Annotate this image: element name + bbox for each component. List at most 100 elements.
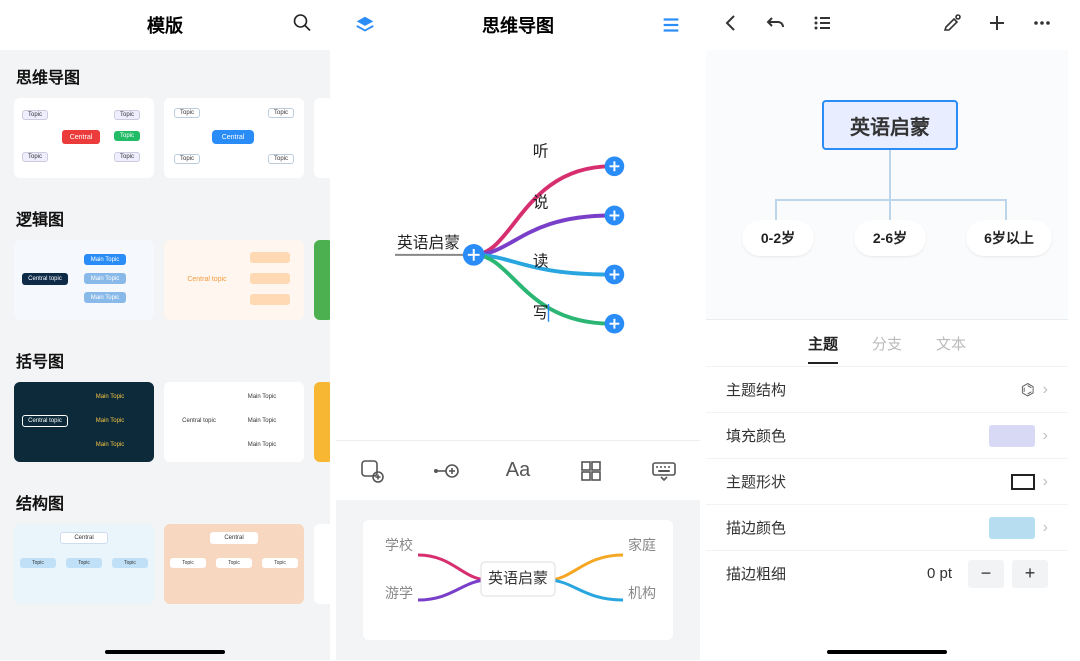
add-child-button[interactable]	[605, 206, 625, 226]
add-child-button[interactable]	[605, 265, 625, 285]
template-card[interactable]: Central topic Main Topic Main Topic Main…	[164, 382, 304, 462]
style-top-toolbar	[706, 0, 1068, 50]
tab-text[interactable]: 文本	[936, 333, 966, 354]
template-card[interactable]: Central Topic Topic Topic	[164, 524, 304, 604]
style-tabs: 主题 分支 文本	[706, 320, 1068, 366]
row-shape[interactable]: 主题形状 ›	[706, 458, 1068, 504]
outline-icon[interactable]	[812, 14, 832, 37]
section-title-logic: 逻辑图	[0, 192, 330, 240]
template-card[interactable]: Central topic Main Topic Main Topic Main…	[14, 240, 154, 320]
preview-left-2: 游学	[385, 585, 413, 601]
undo-icon[interactable]	[766, 14, 786, 37]
add-child-button[interactable]	[463, 244, 485, 266]
text-style-icon[interactable]: Aa	[498, 459, 538, 482]
template-node: Main Topic	[242, 440, 282, 450]
preview-panel: 英语启蒙 学校 游学 家庭 机构	[336, 500, 700, 660]
template-node: Main Topic	[90, 440, 130, 450]
template-node: Topic	[216, 558, 252, 568]
mindmap-child-text[interactable]: 听	[533, 142, 549, 160]
template-node: Topic	[174, 108, 200, 118]
row-label: 描边颜色	[726, 517, 786, 538]
template-card[interactable]: Central topic Main Topic Main Topic Main…	[14, 382, 154, 462]
org-child-label: 6岁以上	[984, 228, 1034, 248]
layout-icon[interactable]	[571, 460, 611, 482]
row-fill-color[interactable]: 填充颜色 ›	[706, 412, 1068, 458]
template-card[interactable]: Central Topic Topic Topic Topic	[164, 98, 304, 178]
template-node: Central topic	[22, 273, 68, 285]
shape-preview	[1011, 474, 1035, 490]
mindmap-child-text[interactable]: 读	[533, 253, 549, 271]
mindmap-child-text[interactable]: 说	[533, 194, 549, 212]
template-card[interactable]: Central Topic Topic Topic Topic Topic	[14, 98, 154, 178]
stroke-width-decrease[interactable]: −	[968, 560, 1004, 588]
preview-right-1: 家庭	[628, 537, 656, 553]
row-label: 主题结构	[726, 379, 786, 400]
template-node	[250, 294, 290, 305]
template-card[interactable]: Central Topic Topic Topic	[14, 524, 154, 604]
org-root-node[interactable]: 英语启蒙	[822, 100, 958, 150]
preview-card[interactable]: 英语启蒙 学校 游学 家庭 机构	[363, 520, 673, 640]
template-node: Topic	[20, 558, 56, 568]
add-child-button[interactable]	[605, 156, 625, 176]
template-node: Main Topic	[242, 392, 282, 402]
template-node: Central	[212, 130, 254, 144]
template-card-peek[interactable]	[314, 240, 330, 320]
add-icon[interactable]	[988, 14, 1006, 37]
template-node: Central	[210, 532, 258, 544]
org-root-label: 英语启蒙	[850, 111, 930, 140]
row-stroke-width: 描边粗细 0 pt − +	[706, 550, 1068, 596]
template-node: Main Topic	[242, 416, 282, 426]
row-stroke-color[interactable]: 描边颜色 ›	[706, 504, 1068, 550]
template-node: Topic	[268, 154, 294, 164]
org-child-node[interactable]: 0-2岁	[742, 220, 814, 256]
stroke-width-increase[interactable]: +	[1012, 560, 1048, 588]
stroke-color-swatch	[989, 517, 1035, 539]
template-node: Topic	[114, 110, 140, 120]
mindmap-child-text-editing[interactable]: 写	[533, 305, 549, 322]
template-node: Main Topic	[90, 416, 130, 426]
template-node: Main Topic	[84, 292, 126, 303]
style-panel-screen: 英语启蒙 0-2岁 2-6岁 6岁以上 主题 分支 文本 主题结构 ⌬› 填充颜…	[706, 0, 1074, 660]
more-icon[interactable]	[1032, 14, 1052, 37]
home-indicator[interactable]	[105, 650, 225, 654]
template-card-peek[interactable]	[314, 524, 330, 604]
menu-icon[interactable]	[660, 14, 682, 36]
org-child-label: 2-6岁	[873, 228, 907, 248]
row-structure[interactable]: 主题结构 ⌬›	[706, 366, 1068, 412]
back-icon[interactable]	[722, 14, 740, 37]
template-card[interactable]: Central topic	[164, 240, 304, 320]
mindmap-canvas[interactable]: 英语启蒙 听 说 读 写	[336, 50, 700, 440]
template-node	[250, 273, 290, 284]
template-node: Topic	[174, 154, 200, 164]
template-card-peek[interactable]	[314, 382, 330, 462]
add-child-button[interactable]	[605, 314, 625, 334]
template-node: Topic	[262, 558, 298, 568]
add-node-icon[interactable]	[352, 458, 392, 484]
preview-right-2: 机构	[628, 585, 656, 601]
template-node: Topic	[170, 558, 206, 568]
paint-icon[interactable]	[942, 13, 962, 38]
tab-branch[interactable]: 分支	[872, 333, 902, 354]
keyboard-icon[interactable]	[644, 460, 684, 482]
template-node: Topic	[22, 110, 48, 120]
search-icon[interactable]	[292, 13, 312, 38]
structure-icon: ⌬	[1021, 380, 1035, 400]
org-canvas[interactable]: 英语启蒙 0-2岁 2-6岁 6岁以上	[706, 50, 1068, 320]
template-card-peek[interactable]	[314, 98, 330, 178]
template-node: Main Topic	[84, 254, 126, 265]
fill-color-swatch	[989, 425, 1035, 447]
org-child-node[interactable]: 2-6岁	[854, 220, 926, 256]
tab-theme[interactable]: 主题	[808, 333, 838, 354]
org-child-node[interactable]: 6岁以上	[966, 220, 1052, 256]
template-node: Central topic	[182, 273, 232, 285]
stroke-width-value: 0 pt	[927, 565, 952, 582]
editor-header: 思维导图	[336, 0, 700, 50]
template-node: Topic	[114, 152, 140, 162]
layers-icon[interactable]	[354, 14, 376, 36]
add-subnode-icon[interactable]	[425, 458, 465, 484]
section-title-brace: 括号图	[0, 334, 330, 382]
editor-screen: 思维导图 英语启蒙 听 说 读 写	[336, 0, 706, 660]
mindmap-root-text[interactable]: 英语启蒙	[397, 234, 460, 252]
home-indicator[interactable]	[827, 650, 947, 654]
templates-header: 模版	[0, 0, 330, 50]
